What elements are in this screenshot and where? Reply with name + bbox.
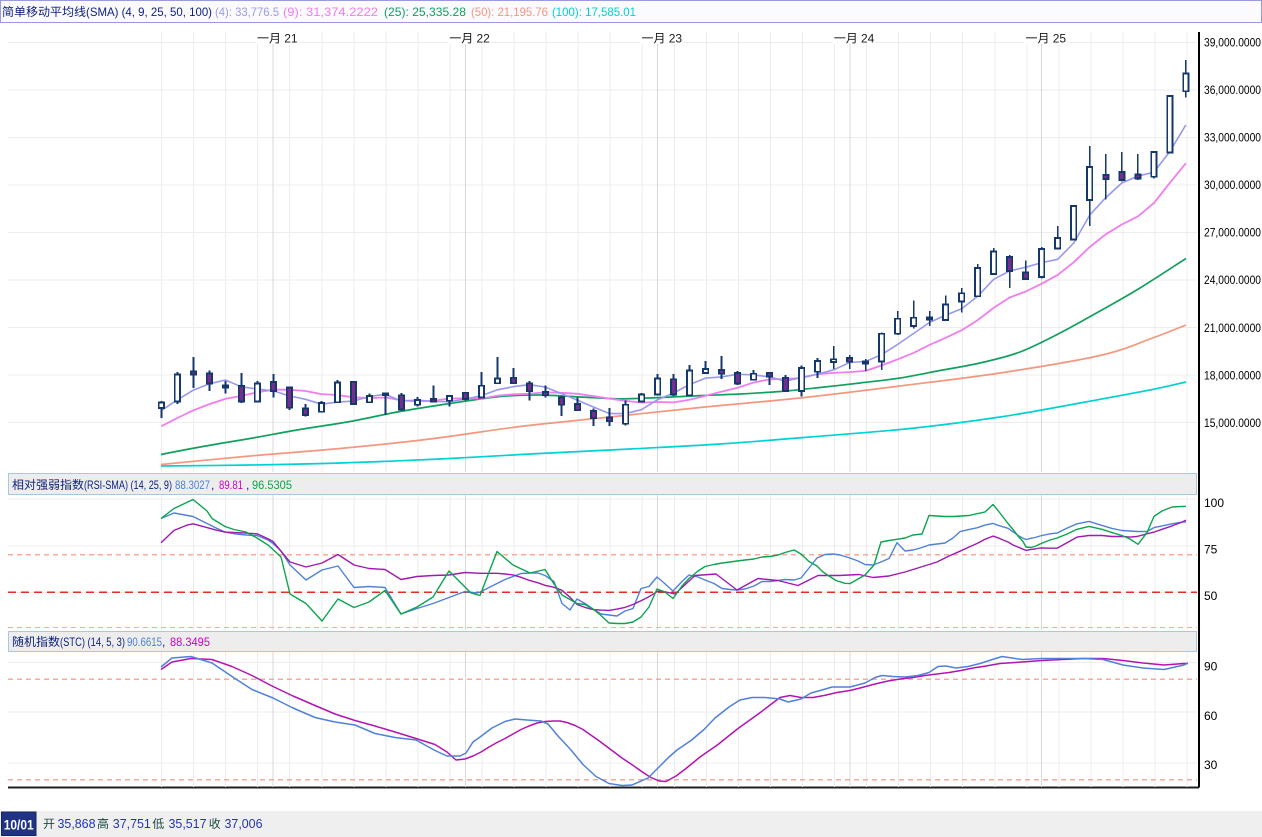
svg-text:22: 22 xyxy=(477,32,491,46)
svg-text:27,000.0000: 27,000.0000 xyxy=(1204,226,1261,240)
svg-text:24,000.0000: 24,000.0000 xyxy=(1204,273,1261,287)
svg-text:(100): 17,585.01: (100): 17,585.01 xyxy=(552,5,636,19)
svg-text:75: 75 xyxy=(1204,543,1218,557)
svg-text:33,000.0000: 33,000.0000 xyxy=(1204,131,1261,145)
svg-text:21: 21 xyxy=(284,32,298,46)
svg-text:37,751: 37,751 xyxy=(113,816,151,831)
svg-text:37,006: 37,006 xyxy=(225,816,263,831)
svg-text:96.5305: 96.5305 xyxy=(252,478,292,492)
svg-text:100: 100 xyxy=(1204,496,1224,510)
svg-text:24: 24 xyxy=(861,32,875,46)
svg-text:25: 25 xyxy=(1053,32,1067,46)
svg-text:21,000.0000: 21,000.0000 xyxy=(1204,321,1261,335)
svg-text:(50): 21,195.76: (50): 21,195.76 xyxy=(471,5,548,19)
svg-text:(STC) (14, 5, 3): (STC) (14, 5, 3) xyxy=(60,635,125,649)
svg-text:,: , xyxy=(211,478,214,492)
svg-text:(9): 31,374.2222: (9): 31,374.2222 xyxy=(283,5,378,19)
svg-text:15,000.0000: 15,000.0000 xyxy=(1204,416,1261,430)
svg-text:88.3027: 88.3027 xyxy=(175,478,210,492)
svg-text:18,000.0000: 18,000.0000 xyxy=(1204,368,1261,382)
svg-text:,: , xyxy=(246,478,249,492)
svg-text:90.6615: 90.6615 xyxy=(127,635,162,649)
svg-text:30,000.0000: 30,000.0000 xyxy=(1204,178,1261,192)
svg-text:90: 90 xyxy=(1204,660,1218,674)
svg-text:(4): 33,776.5: (4): 33,776.5 xyxy=(215,5,279,19)
svg-text:,: , xyxy=(162,635,165,649)
svg-text:89.81: 89.81 xyxy=(219,478,243,492)
svg-text:(25): 25,335.28: (25): 25,335.28 xyxy=(384,5,466,19)
svg-text:23: 23 xyxy=(669,32,683,46)
svg-text:(RSI-SMA) (14, 25, 9): (RSI-SMA) (14, 25, 9) xyxy=(84,478,172,492)
svg-text:(SMA) (4, 9, 25, 50, 100): (SMA) (4, 9, 25, 50, 100) xyxy=(86,5,212,19)
svg-text:88.3495: 88.3495 xyxy=(170,635,210,649)
svg-text:35,868: 35,868 xyxy=(58,816,96,831)
svg-text:50: 50 xyxy=(1204,589,1218,603)
svg-text:36,000.0000: 36,000.0000 xyxy=(1204,83,1261,97)
svg-text:30: 30 xyxy=(1204,758,1218,772)
svg-text:39,000.0000: 39,000.0000 xyxy=(1204,36,1261,50)
svg-text:10/01: 10/01 xyxy=(4,818,34,833)
svg-text:60: 60 xyxy=(1204,709,1218,723)
svg-text:35,517: 35,517 xyxy=(169,816,207,831)
